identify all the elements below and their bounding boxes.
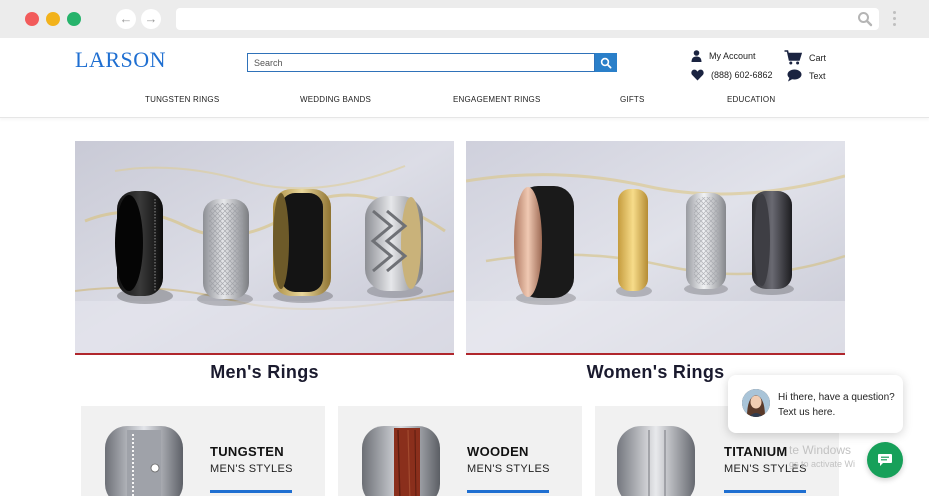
browser-forward-button[interactable]: →	[141, 9, 161, 29]
search-input[interactable]	[247, 53, 595, 72]
heart-icon	[691, 69, 704, 81]
category-title: TUNGSTEN	[210, 444, 284, 459]
window-maximize-dot[interactable]	[67, 12, 81, 26]
womens-rings-banner[interactable]	[466, 141, 845, 355]
browser-menu-icon[interactable]	[893, 11, 897, 29]
category-card-wooden[interactable]: WOODEN MEN'S STYLES	[338, 406, 582, 496]
chat-launcher-button[interactable]	[867, 442, 903, 478]
search-bar	[247, 53, 617, 72]
text-link[interactable]: Text	[787, 69, 826, 82]
womens-rings-image	[466, 141, 845, 353]
site-header: LARSON My Account (888) 602-6862 Cart	[0, 38, 929, 118]
mens-rings-heading[interactable]: Men's Rings	[75, 362, 454, 383]
chat-greeting-text: Hi there, have a question? Text us here.	[778, 392, 895, 418]
message-icon	[878, 454, 892, 466]
mens-rings-banner[interactable]	[75, 141, 454, 355]
text-label: Text	[809, 70, 826, 81]
category-title: WOODEN	[467, 444, 529, 459]
cart-icon	[784, 50, 802, 65]
category-subtitle: MEN'S STYLES	[467, 463, 550, 475]
search-icon	[600, 57, 612, 69]
search-icon[interactable]	[857, 11, 873, 27]
category-card-tungsten[interactable]: TUNGSTEN MEN'S STYLES	[81, 406, 325, 496]
phone-link[interactable]: (888) 602-6862	[691, 69, 773, 81]
nav-item-engagement-rings[interactable]: ENGAGEMENT RINGS	[453, 95, 541, 104]
activation-watermark-title: te Windows	[789, 443, 852, 457]
activation-watermark-subtitle: gs to activate Wi	[789, 459, 856, 469]
nav-item-gifts[interactable]: GIFTS	[620, 95, 645, 104]
user-icon	[691, 50, 702, 62]
chat-greeting-bubble[interactable]: Hi there, have a question? Text us here.	[728, 375, 903, 433]
cart-link[interactable]: Cart	[784, 50, 826, 65]
my-account-label: My Account	[709, 51, 756, 61]
nav-item-wedding-bands[interactable]: WEDDING BANDS	[300, 95, 371, 104]
wooden-ring-image	[362, 426, 440, 496]
category-subtitle: MEN'S STYLES	[210, 463, 293, 475]
nav-item-education[interactable]: EDUCATION	[727, 95, 775, 104]
browser-back-button[interactable]: ←	[116, 9, 136, 29]
mens-rings-image	[75, 141, 454, 353]
search-button[interactable]	[595, 53, 617, 72]
titanium-ring-image	[617, 426, 695, 496]
logo[interactable]: LARSON	[75, 47, 166, 73]
cart-label: Cart	[809, 52, 827, 63]
avatar	[742, 389, 770, 417]
chat-bubble-icon	[787, 69, 802, 82]
window-minimize-dot[interactable]	[46, 12, 60, 26]
address-bar[interactable]	[176, 8, 879, 30]
nav-item-tungsten-rings[interactable]: TUNGSTEN RINGS	[145, 95, 219, 104]
category-title: TITANIUM	[724, 444, 788, 459]
browser-chrome: ← →	[0, 0, 929, 38]
my-account-link[interactable]: My Account	[691, 50, 756, 62]
window-close-dot[interactable]	[25, 12, 39, 26]
phone-number: (888) 602-6862	[711, 70, 773, 80]
tungsten-ring-image	[105, 426, 183, 496]
